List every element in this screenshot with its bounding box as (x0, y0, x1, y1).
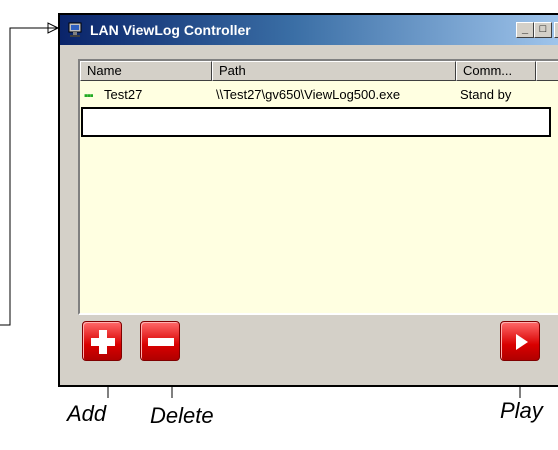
window-title: LAN ViewLog Controller (90, 22, 251, 38)
play-button[interactable] (500, 321, 540, 361)
client-path: \\Test27\gv650\ViewLog500.exe (216, 87, 401, 102)
close-button[interactable]: × (554, 22, 558, 38)
delete-button[interactable] (140, 321, 180, 361)
window-pointer-line (0, 27, 58, 326)
add-callout-label: Add (67, 401, 107, 426)
app-icon (68, 22, 82, 37)
play-icon (516, 334, 528, 350)
title-bar[interactable]: LAN ViewLog Controller _ □ × (60, 15, 558, 45)
lan-viewlog-controller-window: LAN ViewLog Controller _ □ × Name Path C… (58, 13, 558, 387)
play-callout-label: Play (500, 398, 543, 423)
column-header-filler (536, 61, 558, 81)
client-name: Test27 (104, 87, 143, 102)
window-pointer-arrowhead (47, 22, 60, 34)
green-dots-icon: ▪▪▪ (84, 90, 93, 102)
new-entry-field[interactable] (81, 107, 551, 137)
add-button[interactable] (82, 321, 122, 361)
list-item[interactable]: ▪▪▪ Test27 \\Test27\gv650\ViewLog500.exe… (80, 85, 558, 105)
column-header-command[interactable]: Comm... (456, 61, 536, 81)
client-command: Stand by (460, 87, 512, 102)
plus-icon (91, 330, 115, 354)
column-header-path[interactable]: Path (212, 61, 456, 81)
delete-callout-label: Delete (150, 403, 214, 428)
minus-icon (148, 338, 174, 346)
minimize-button[interactable]: _ (516, 22, 534, 38)
maximize-button[interactable]: □ (534, 22, 552, 38)
client-list[interactable]: Name Path Comm... ▪▪▪ Test27 \\Test27\gv… (78, 59, 558, 315)
list-header: Name Path Comm... (80, 61, 558, 81)
column-header-name[interactable]: Name (80, 61, 212, 81)
